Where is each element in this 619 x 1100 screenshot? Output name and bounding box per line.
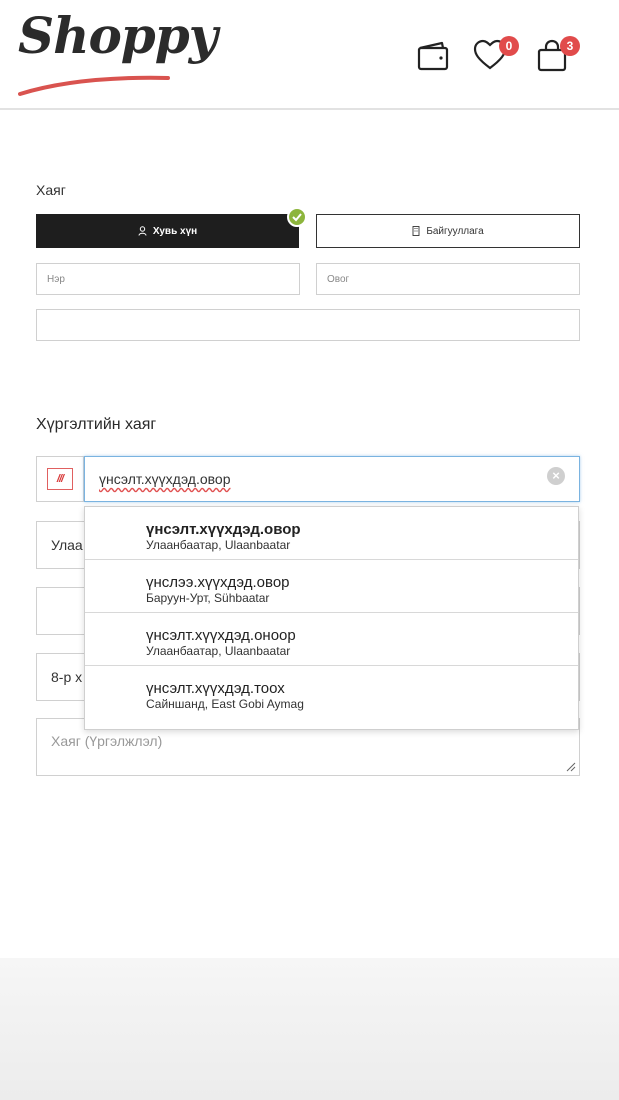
site-header: Shoppy 0 3 [0, 0, 619, 110]
city-value: Улаа [51, 537, 83, 553]
country-selector[interactable]: /// [36, 456, 84, 502]
tab-organization[interactable]: Байгууллага [316, 214, 580, 248]
logo-swoosh-icon [18, 75, 170, 96]
wallet-icon[interactable] [416, 38, 452, 74]
suggestion-title: үнсэлт.хүүхдэд.оноор [146, 627, 296, 644]
suggestion-location: Баруун-Урт, Sühbaatar [146, 591, 270, 605]
user-icon [138, 226, 147, 236]
tab-individual[interactable]: Хувь хүн [36, 214, 299, 248]
last-name-field[interactable]: Овог [316, 263, 580, 295]
wishlist-count-badge: 0 [499, 36, 519, 56]
suggestion-title: үнслээ.хүүхдэд.овор [146, 574, 290, 591]
tab-individual-label: Хувь хүн [152, 225, 198, 237]
suggestion-item[interactable]: үнсэлт.хүүхдэд.оноор Улаанбаатар, Ulaanb… [85, 613, 578, 666]
clear-icon[interactable]: × [547, 467, 565, 485]
last-name-placeholder: Овог [327, 273, 350, 285]
suggestion-item[interactable]: үнслээ.хүүхдэд.овор Баруун-Урт, Sühbaata… [85, 560, 578, 613]
page-footer [0, 958, 619, 1100]
country-flag-icon: /// [47, 468, 73, 490]
suggestion-title: үнсэлт.хүүхдэд.тоох [146, 680, 285, 697]
address-search-value: үнсэлт.хүүхдэд.овор [99, 471, 231, 487]
selected-check-icon [287, 207, 307, 227]
resize-grip-icon[interactable] [564, 760, 576, 772]
suggestion-item[interactable]: үнсэлт.хүүхдэд.овор Улаанбаатар, Ulaanba… [85, 507, 578, 560]
address-section-title: Хаяг [36, 182, 66, 198]
address-search-input[interactable]: үнсэлт.хүүхдэд.овор × [84, 456, 580, 502]
first-name-placeholder: Нэр [47, 273, 65, 285]
suggestion-location: Улаанбаатар, Ulaanbaatar [146, 644, 291, 658]
tab-organization-label: Байгууллага [426, 225, 484, 237]
first-name-field[interactable]: Нэр [36, 263, 300, 295]
address-extra-placeholder: Хаяг (Үргэлжлэл) [51, 733, 163, 749]
suggestion-item[interactable]: үнсэлт.хүүхдэд.тоох Сайншанд, East Gobi … [85, 666, 578, 719]
delivery-section-title: Хүргэлтийн хаяг [36, 416, 157, 433]
suggestion-location: Сайншанд, East Gobi Aymag [146, 697, 304, 711]
cart-count-badge: 3 [560, 36, 580, 56]
khoroo-value: 8-р х [51, 669, 83, 685]
suggestion-title: үнсэлт.хүүхдэд.овор [146, 521, 301, 538]
suggestion-location: Улаанбаатар, Ulaanbaatar [146, 538, 291, 552]
building-icon [412, 226, 420, 236]
address-suggestions-list: үнсэлт.хүүхдэд.овор Улаанбаатар, Ulaanba… [84, 506, 579, 730]
extra-field[interactable] [36, 309, 580, 341]
